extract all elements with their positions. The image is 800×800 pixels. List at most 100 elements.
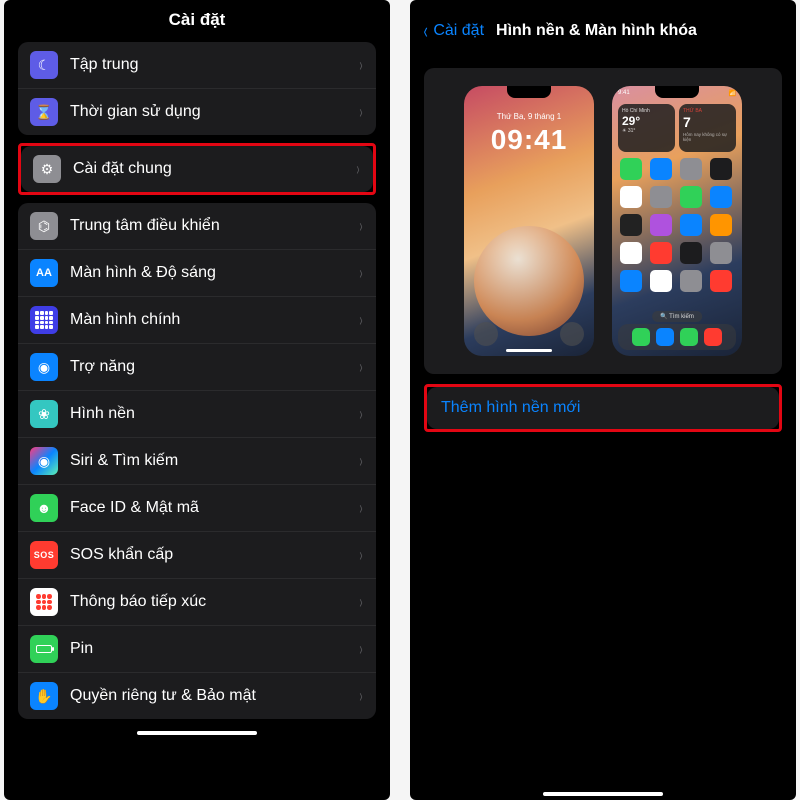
chevron-right-icon: › (360, 404, 363, 425)
row-wallpaper[interactable]: ❀ Hình nền › (18, 390, 376, 437)
status-time: 9:41 (618, 90, 630, 97)
dock-app-icon (680, 328, 698, 346)
accessibility-icon: ◉ (30, 353, 58, 381)
app-icon (620, 158, 642, 180)
settings-group-1: ☾ Tập trung › ⌛ Thời gian sử dụng › (18, 42, 376, 135)
app-icon (620, 242, 642, 264)
control-center-icon: ⌬ (30, 212, 58, 240)
app-icon (650, 158, 672, 180)
row-label: Tập trung (70, 56, 346, 74)
row-control-center[interactable]: ⌬ Trung tâm điều khiển › (18, 203, 376, 249)
highlight-general: ⚙ Cài đặt chung › (18, 143, 376, 195)
app-icon (680, 242, 702, 264)
lock-screen-preview[interactable]: Thứ Ba, 9 tháng 1 09:41 (464, 86, 594, 356)
exposure-icon (30, 588, 58, 616)
row-label: Pin (70, 640, 346, 658)
settings-screen: Cài đặt ☾ Tập trung › ⌛ Thời gian sử dụn… (4, 0, 390, 800)
gear-icon: ⚙ (33, 155, 61, 183)
focus-icon: ☾ (30, 51, 58, 79)
row-focus[interactable]: ☾ Tập trung › (18, 42, 376, 88)
chevron-right-icon: › (360, 263, 363, 284)
back-button[interactable]: Cài đặt (433, 22, 484, 40)
chevron-right-icon: › (360, 216, 363, 237)
row-label: Trung tâm điều khiển (70, 217, 346, 235)
flashlight-button (474, 322, 498, 346)
chevron-right-icon: › (360, 55, 363, 76)
dock-app-icon (632, 328, 650, 346)
row-accessibility[interactable]: ◉ Trợ năng › (18, 343, 376, 390)
calendar-widget: THỨ BA 7 Hôm nay không có sự kiện (679, 104, 736, 152)
row-label: Thời gian sử dụng (70, 103, 346, 121)
cal-day: 7 (683, 114, 732, 130)
cal-event: Hôm nay không có sự kiện (683, 132, 732, 142)
row-home-screen[interactable]: Màn hình chính › (18, 296, 376, 343)
sos-icon: SOS (30, 541, 58, 569)
chevron-right-icon: › (360, 451, 363, 472)
row-battery[interactable]: Pin › (18, 625, 376, 672)
home-indicator[interactable] (543, 792, 663, 796)
home-indicator[interactable] (137, 731, 257, 735)
app-icon (650, 186, 672, 208)
app-icon (680, 214, 702, 236)
chevron-right-icon: › (360, 639, 363, 660)
chevron-right-icon: › (360, 310, 363, 331)
chevron-right-icon: › (360, 545, 363, 566)
app-icon (680, 158, 702, 180)
row-screen-time[interactable]: ⌛ Thời gian sử dụng › (18, 88, 376, 135)
app-icon (710, 158, 732, 180)
row-exposure[interactable]: Thông báo tiếp xúc › (18, 578, 376, 625)
row-general[interactable]: ⚙ Cài đặt chung › (21, 146, 373, 192)
chevron-right-icon: › (360, 686, 363, 707)
nav-bar: ‹ Cài đặt Hình nền & Màn hình khóa (410, 0, 796, 58)
dock (618, 324, 736, 350)
row-label: Face ID & Mật mã (70, 499, 346, 517)
settings-group-general: ⚙ Cài đặt chung › (21, 146, 373, 192)
page-title: Hình nền & Màn hình khóa (496, 22, 697, 40)
row-label: Màn hình chính (70, 311, 346, 329)
row-face-id[interactable]: ☻ Face ID & Mật mã › (18, 484, 376, 531)
app-icon (650, 242, 672, 264)
page-title: Cài đặt (4, 0, 390, 42)
app-icon (710, 214, 732, 236)
lock-date: Thứ Ba, 9 tháng 1 (464, 112, 594, 121)
app-icon (650, 270, 672, 292)
lock-artwork (474, 226, 584, 336)
app-icon (710, 186, 732, 208)
settings-group-2: ⌬ Trung tâm điều khiển › AA Màn hình & Đ… (18, 203, 376, 719)
weather-location: Hồ Chí Minh (622, 108, 671, 114)
app-icon (710, 270, 732, 292)
wallpaper-screen: ‹ Cài đặt Hình nền & Màn hình khóa Thứ B… (410, 0, 796, 800)
add-wallpaper-button[interactable]: Thêm hình nền mới (427, 387, 779, 429)
chevron-right-icon: › (360, 592, 363, 613)
row-privacy[interactable]: ✋ Quyền riêng tư & Bảo mật › (18, 672, 376, 719)
weather-temp: 29° (622, 114, 671, 128)
row-sos[interactable]: SOS SOS khẩn cấp › (18, 531, 376, 578)
chevron-right-icon: › (360, 102, 363, 123)
row-label: Siri & Tìm kiếm (70, 452, 346, 470)
spacer (410, 432, 796, 786)
chevron-right-icon: › (360, 357, 363, 378)
home-screen-preview[interactable]: 9:41 📶 Hồ Chí Minh 29° ☀ 31° THỨ BA 7 Hô… (612, 86, 742, 356)
app-icon (680, 186, 702, 208)
app-icon (710, 242, 732, 264)
app-icon (620, 186, 642, 208)
row-label: SOS khẩn cấp (70, 546, 346, 564)
notch (507, 86, 551, 98)
row-label: Thông báo tiếp xúc (70, 593, 346, 611)
row-siri[interactable]: ◉ Siri & Tìm kiếm › (18, 437, 376, 484)
dock-app-icon (704, 328, 722, 346)
cal-label: THỨ BA (683, 108, 732, 114)
camera-button (560, 322, 584, 346)
app-icon (650, 214, 672, 236)
back-chevron-icon[interactable]: ‹ (424, 18, 428, 44)
app-icon (620, 214, 642, 236)
widget-row: Hồ Chí Minh 29° ☀ 31° THỨ BA 7 Hôm nay k… (618, 104, 736, 152)
home-indicator (506, 349, 552, 352)
weather-widget: Hồ Chí Minh 29° ☀ 31° (618, 104, 675, 152)
battery-icon (30, 635, 58, 663)
lock-time: 09:41 (464, 124, 594, 156)
row-display[interactable]: AA Màn hình & Độ sáng › (18, 249, 376, 296)
app-icon (680, 270, 702, 292)
display-icon: AA (30, 259, 58, 287)
row-label: Quyền riêng tư & Bảo mật (70, 687, 346, 705)
